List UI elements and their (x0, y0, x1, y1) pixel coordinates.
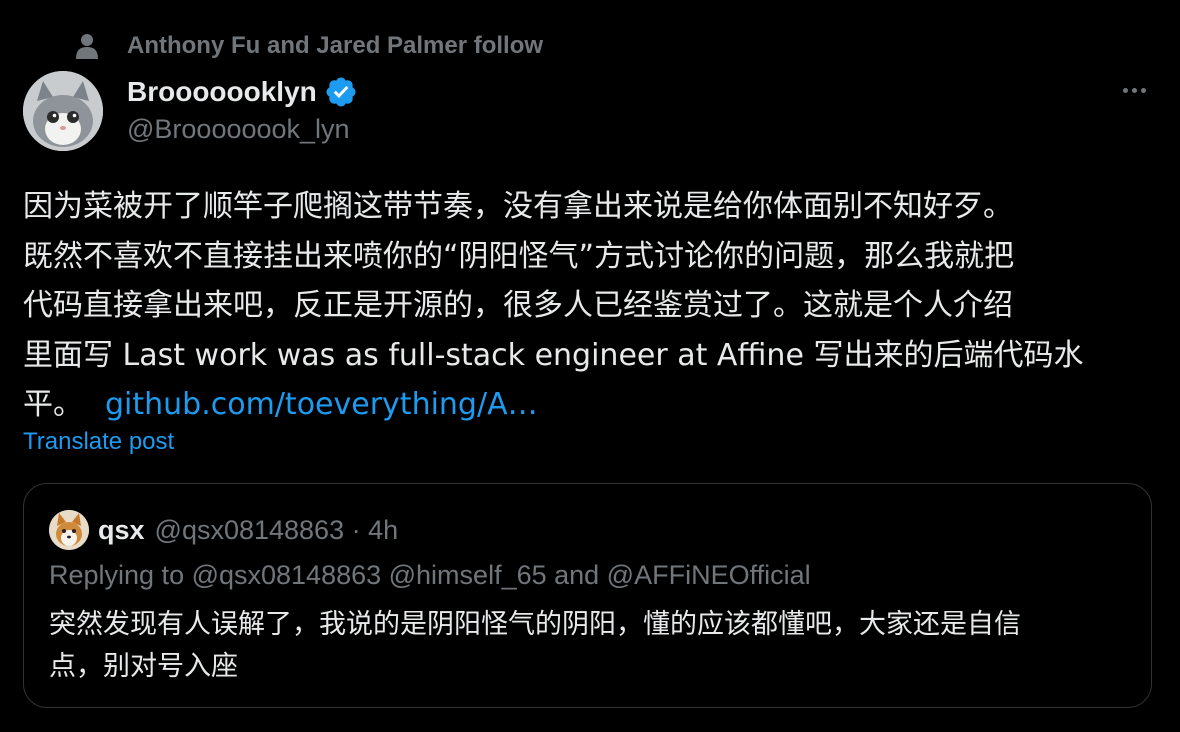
quote-header: qsx @qsx08148863 · 4h (49, 510, 398, 550)
tweet-text: 因为菜被开了顺竿子爬搁这带节奏，没有拿出来说是给你体面别不知好歹。 既然不喜欢不… (23, 182, 1158, 430)
quote-avatar[interactable] (49, 510, 89, 550)
quote-author-meta: @qsx08148863 · 4h (154, 514, 399, 545)
social-context-text[interactable]: Anthony Fu and Jared Palmer follow (127, 32, 543, 60)
social-context: Anthony Fu and Jared Palmer follow (74, 28, 543, 64)
tweet-text-line: 因为菜被开了顺竿子爬搁这带节奏，没有拿出来说是给你体面别不知好歹。 (23, 189, 1013, 224)
tweet-text-line: 平。 (23, 387, 83, 422)
quote-text: 突然发现有人误解了，我说的是阴阳怪气的阴阳，懂的应该都懂吧，大家还是自信 点，别… (49, 604, 1139, 688)
author-display-name[interactable]: Brooooooklyn (127, 76, 317, 108)
more-dot-icon (1131, 87, 1137, 93)
person-icon (74, 31, 100, 61)
quote-replying-to: Replying to @qsx08148863 @himself_65 and… (49, 560, 811, 590)
tweet-text-line: 里面写 Last work was as full-stack engineer… (23, 337, 1084, 373)
author-block: Brooooooklyn @Broooooook_lyn (127, 72, 358, 145)
more-options-button[interactable] (1116, 78, 1152, 102)
quote-author-name[interactable]: qsx (98, 515, 145, 546)
quoted-tweet-card[interactable]: qsx @qsx08148863 · 4h Replying to @qsx08… (23, 483, 1152, 708)
tweet-link[interactable]: github.com/toeverything/A… (105, 387, 538, 422)
translate-post-link[interactable]: Translate post (23, 428, 174, 456)
quote-text-line: 点，别对号入座 (49, 651, 238, 682)
quote-text-line: 突然发现有人误解了，我说的是阴阳怪气的阴阳，懂的应该都懂吧，大家还是自信 (49, 609, 1021, 640)
more-dot-icon (1140, 87, 1146, 93)
author-handle[interactable]: @Broooooook_lyn (127, 114, 358, 145)
author-avatar[interactable] (23, 71, 103, 151)
more-dot-icon (1122, 87, 1128, 93)
tweet-text-line: 代码直接拿出来吧，反正是开源的，很多人已经鉴赏过了。这就是个人介绍 (23, 288, 1013, 323)
tweet-text-line: 既然不喜欢不直接挂出来喷你的“阴阳怪气”方式讨论你的问题，那么我就把 (23, 238, 1015, 274)
tweet-text-line-last: 平。 github.com/toeverything/A… (23, 380, 1158, 430)
verified-badge-icon[interactable] (324, 75, 358, 109)
